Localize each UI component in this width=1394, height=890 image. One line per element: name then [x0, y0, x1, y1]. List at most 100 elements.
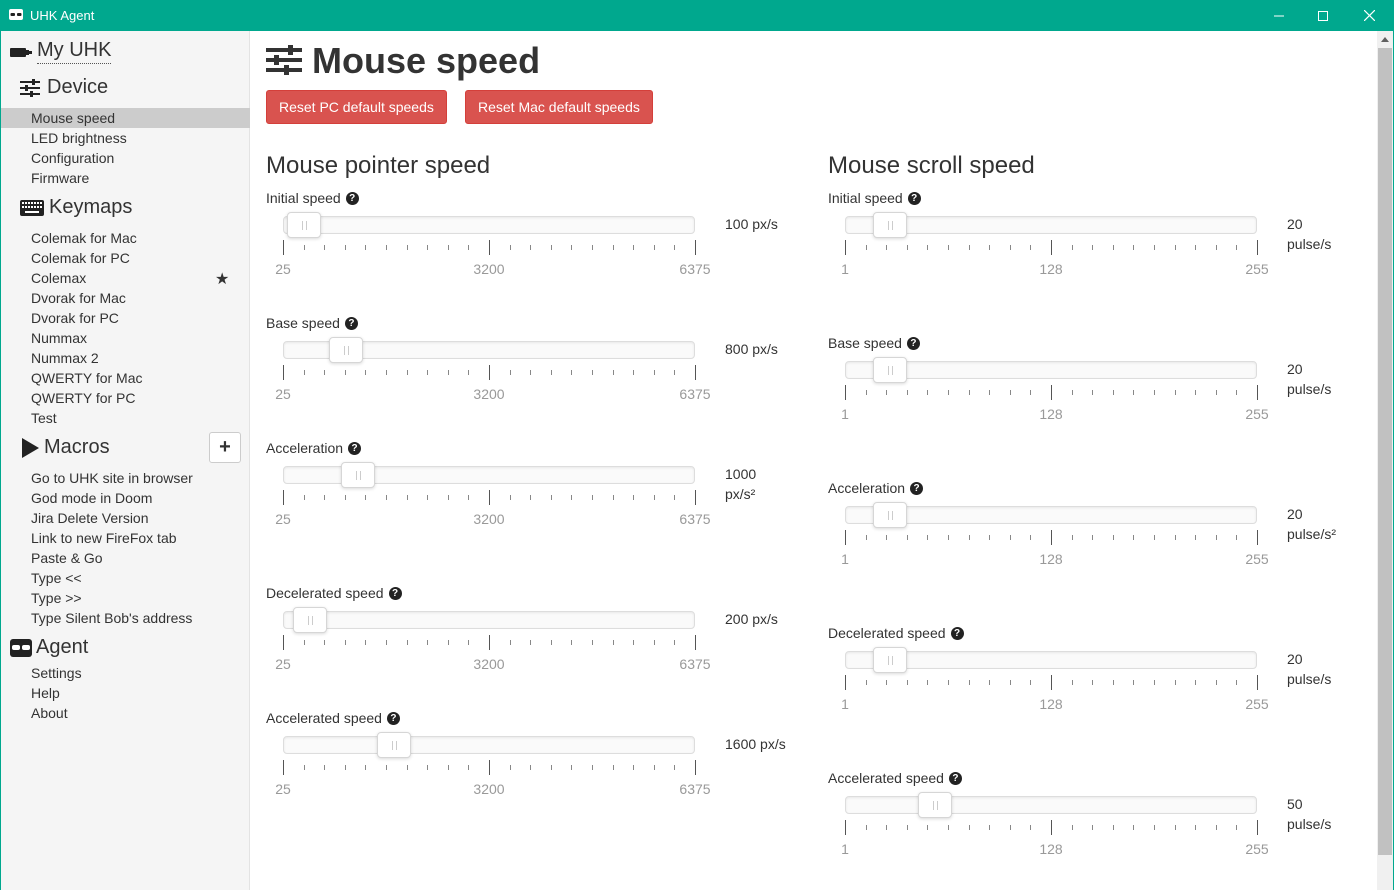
slider-track[interactable] — [845, 502, 1257, 528]
slider-tick — [1113, 535, 1114, 540]
slider-handle[interactable] — [329, 337, 364, 363]
slider-handle[interactable] — [873, 647, 908, 673]
slider-track[interactable] — [845, 792, 1257, 818]
help-icon[interactable]: ? — [907, 191, 921, 205]
maximize-button[interactable] — [1300, 0, 1346, 31]
sidebar-item-keymap[interactable]: Test — [31, 408, 57, 428]
slider-tick — [845, 820, 846, 835]
slider-tick — [1010, 825, 1011, 830]
slider-tick — [304, 370, 305, 375]
scroll-thumb[interactable] — [1378, 48, 1392, 855]
slider-track[interactable] — [845, 212, 1257, 238]
setting-label: Base speed? — [828, 335, 920, 351]
sidebar-item-keymap[interactable]: Colemak for PC — [31, 248, 130, 268]
slider-tick — [448, 495, 449, 500]
minimize-button[interactable] — [1256, 0, 1302, 31]
scroll-speed-title: Mouse scroll speed — [828, 152, 1035, 179]
slider-tick — [1236, 535, 1237, 540]
help-icon[interactable]: ? — [344, 316, 358, 330]
slider-tick — [989, 825, 990, 830]
close-button[interactable] — [1346, 0, 1392, 31]
slider-track[interactable] — [845, 647, 1257, 673]
sidebar-item-keymap[interactable]: Nummax 2 — [31, 348, 99, 368]
sidebar-item-mouse-speed[interactable]: Mouse speed — [1, 108, 250, 128]
sidebar-item-firmware[interactable]: Firmware — [31, 168, 89, 188]
add-macro-button[interactable]: + — [209, 432, 241, 463]
sidebar-item-keymap[interactable]: Colemak for Mac — [31, 228, 137, 248]
slider-tick — [324, 765, 325, 770]
slider-tick — [468, 640, 469, 645]
slider-handle[interactable] — [341, 462, 376, 488]
setting-label: Base speed? — [266, 315, 358, 331]
slider-tick-label: 1 — [841, 696, 849, 712]
slider-tick-label: 25 — [275, 386, 291, 402]
slider-handle[interactable] — [376, 732, 411, 758]
sidebar-item-macro[interactable]: Type >> — [31, 588, 82, 608]
sidebar-item-macro[interactable]: God mode in Doom — [31, 488, 152, 508]
help-icon[interactable]: ? — [345, 191, 359, 205]
sidebar-item-keymap[interactable]: QWERTY for PC — [31, 388, 136, 408]
slider-track[interactable] — [283, 607, 695, 633]
sidebar-item-macro[interactable]: Paste & Go — [31, 548, 103, 568]
slider-tick — [407, 640, 408, 645]
sidebar-item-macro[interactable]: Type Silent Bob's address — [31, 608, 192, 628]
reset-mac-defaults-button[interactable]: Reset Mac default speeds — [465, 90, 653, 124]
slider-track[interactable] — [283, 732, 695, 758]
slider-handle[interactable] — [287, 212, 322, 238]
slider-track[interactable] — [283, 462, 695, 488]
sidebar-item-configuration[interactable]: Configuration — [31, 148, 114, 168]
sidebar-item-about[interactable]: About — [31, 703, 68, 723]
sidebar-item-keymap[interactable]: Colemax — [31, 268, 86, 288]
sidebar-item-led-brightness[interactable]: LED brightness — [31, 128, 127, 148]
slider-handle[interactable] — [293, 607, 328, 633]
slider-tick-label: 128 — [1039, 406, 1063, 422]
sidebar-item-keymap[interactable]: Dvorak for Mac — [31, 288, 126, 308]
slider-tick — [365, 765, 366, 770]
help-icon[interactable]: ? — [386, 711, 400, 725]
sidebar-item-help[interactable]: Help — [31, 683, 60, 703]
slider-track[interactable] — [283, 212, 695, 238]
sidebar-item-keymap[interactable]: Nummax — [31, 328, 87, 348]
help-icon[interactable]: ? — [388, 586, 402, 600]
slider-handle[interactable] — [873, 212, 908, 238]
slider-tick — [1030, 245, 1031, 250]
slider-tick — [345, 640, 346, 645]
slider-tick — [304, 495, 305, 500]
slider-tick-label: 3200 — [473, 511, 505, 527]
slider-tick — [907, 825, 908, 830]
slider-value-label: 20 pulse/s² — [1287, 504, 1336, 544]
slider-tick — [613, 640, 614, 645]
slider-handle[interactable] — [917, 792, 952, 818]
scroll-up-button[interactable] — [1377, 31, 1393, 47]
sidebar-item-macro[interactable]: Go to UHK site in browser — [31, 468, 193, 488]
help-icon[interactable]: ? — [348, 441, 362, 455]
slider-tick — [1175, 390, 1176, 395]
sidebar-my-uhk[interactable]: My UHK — [10, 39, 112, 64]
help-icon[interactable]: ? — [910, 481, 924, 495]
sidebar-item-keymap[interactable]: Dvorak for PC — [31, 308, 119, 328]
help-icon[interactable]: ? — [950, 626, 964, 640]
slider-track[interactable] — [845, 357, 1257, 383]
sidebar-item-keymap[interactable]: QWERTY for Mac — [31, 368, 143, 388]
sidebar-item-macro[interactable]: Link to new FireFox tab — [31, 528, 177, 548]
setting-label-text: Acceleration — [828, 480, 906, 496]
sidebar-item-macro[interactable]: Jira Delete Version — [31, 508, 149, 528]
slider-tick — [613, 245, 614, 250]
slider-track[interactable] — [283, 337, 695, 363]
slider-tick — [427, 370, 428, 375]
slider-value-text: 50 — [1287, 796, 1303, 812]
slider-tick — [886, 680, 887, 685]
slider-handle[interactable] — [873, 357, 908, 383]
slider-value-label: 50 pulse/s — [1287, 794, 1331, 834]
slider-handle[interactable] — [873, 502, 908, 528]
help-icon[interactable]: ? — [906, 336, 920, 350]
slider-tick — [551, 370, 552, 375]
slider-tick — [1030, 535, 1031, 540]
sidebar-item-settings[interactable]: Settings — [31, 663, 82, 683]
sidebar-item-macro[interactable]: Type << — [31, 568, 82, 588]
slider-tick-label: 25 — [275, 781, 291, 797]
help-icon[interactable]: ? — [948, 771, 962, 785]
slider-tick-label: 3200 — [473, 781, 505, 797]
reset-pc-defaults-button[interactable]: Reset PC default speeds — [266, 90, 447, 124]
scrollbar[interactable] — [1377, 31, 1393, 890]
